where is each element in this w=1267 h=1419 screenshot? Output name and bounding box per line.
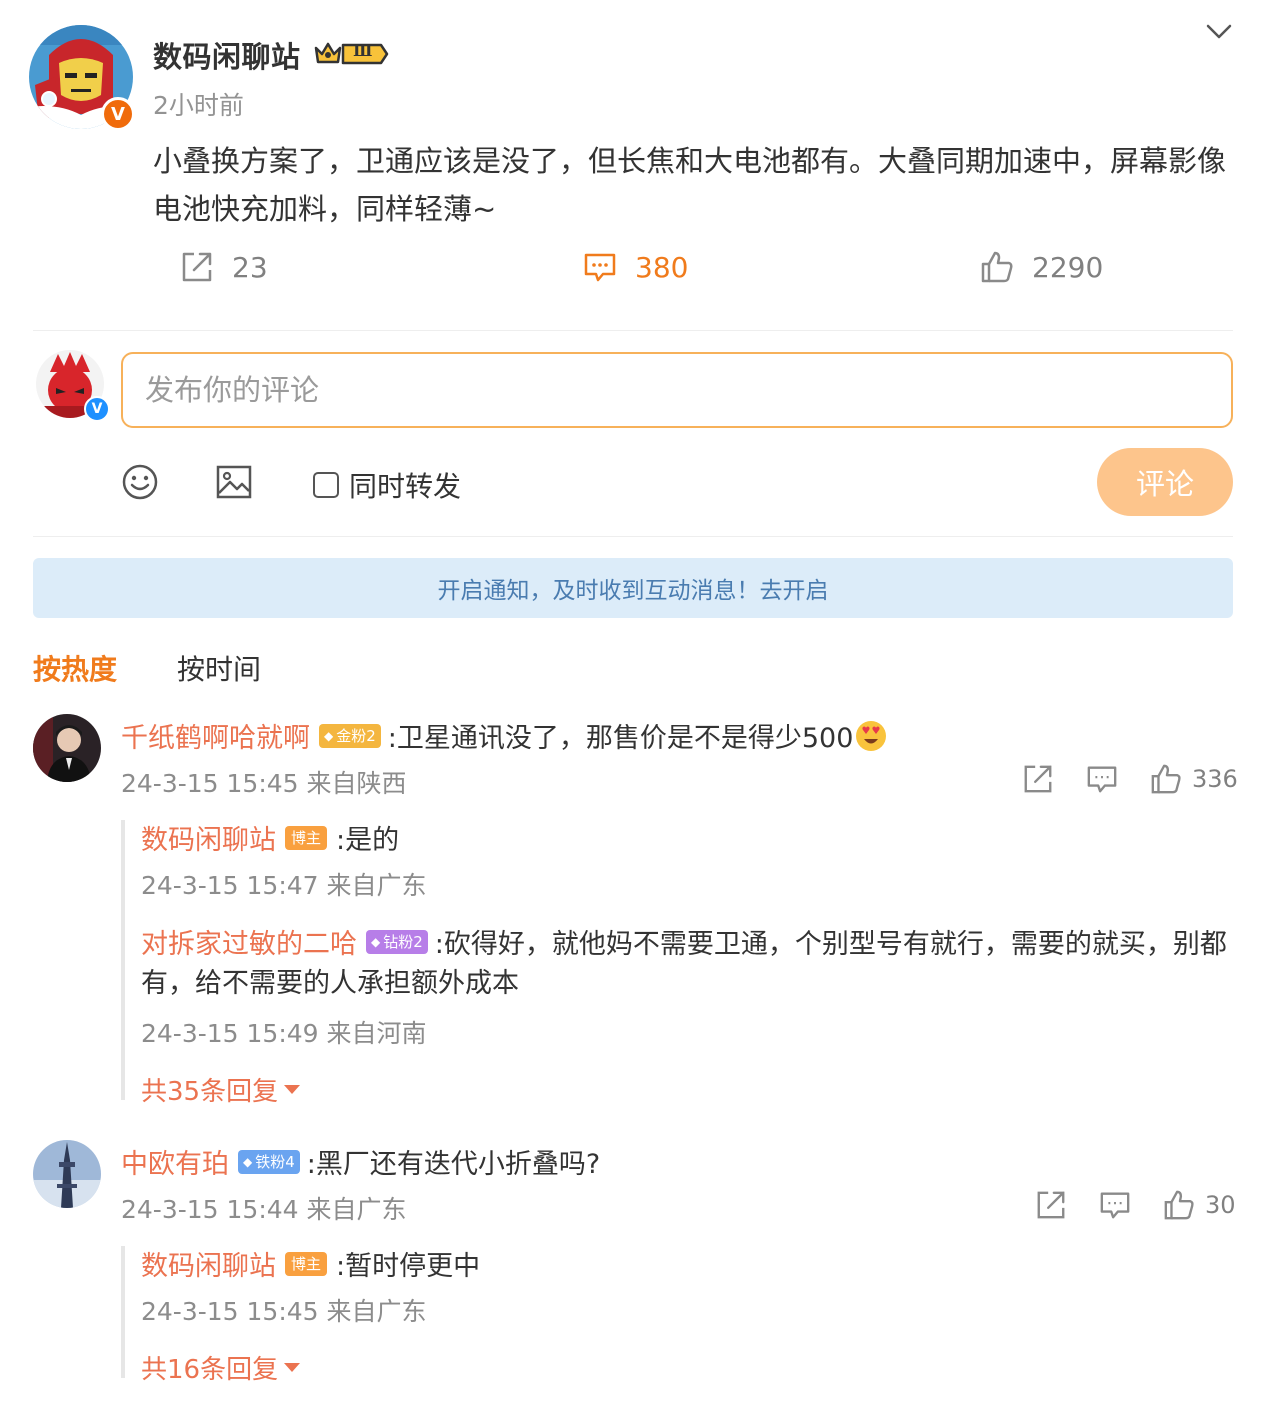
share-icon[interactable] — [1022, 763, 1054, 795]
reply-row: 数码闲聊站 博主 :暂时停更中 — [141, 1244, 480, 1283]
post-time: 2小时前 — [153, 91, 244, 120]
comment-actions: 336 — [1022, 763, 1238, 795]
commenter-avatar[interactable] — [33, 714, 101, 782]
comment-count: 380 — [635, 250, 689, 284]
comment-actions: 30 — [1035, 1189, 1236, 1221]
reply-text: :砍得好，就他妈不需要卫通，个别型号有就行，需要的就买，别都 — [434, 929, 1227, 960]
gem-icon: ◆ — [324, 728, 334, 743]
reply-thread-line — [121, 1246, 125, 1378]
person-avatar-image — [33, 714, 101, 782]
tab-sort-hot[interactable]: 按热度 — [33, 648, 117, 688]
divider — [33, 536, 1233, 537]
share-icon[interactable] — [1035, 1189, 1067, 1221]
fan-badge[interactable]: ◆ 金粉2 — [319, 723, 381, 748]
tab-sort-time[interactable]: 按时间 — [177, 648, 261, 688]
reply-username[interactable]: 数码闲聊站 — [141, 818, 276, 857]
diamond-icon: ◆ — [243, 1154, 253, 1169]
reply-username[interactable]: 数码闲聊站 — [141, 1244, 276, 1283]
comment-icon[interactable] — [1086, 763, 1118, 795]
share-count: 23 — [232, 250, 268, 284]
submit-comment-button[interactable]: 评论 — [1097, 448, 1233, 516]
verified-badge-blue: V — [84, 396, 110, 422]
reply-text: :是的 — [336, 825, 400, 856]
crown-level-badge[interactable]: Ⅲ — [313, 40, 389, 68]
emoji-icon[interactable] — [121, 463, 159, 505]
reply-row: 对拆家过敏的二哈 ◆ 钻粉2 :砍得好，就他妈不需要卫通，个别型号有就行，需要的… — [141, 922, 1227, 961]
comment-like-button[interactable]: 30 — [1163, 1189, 1236, 1221]
crown-icon — [314, 42, 389, 65]
author-avatar[interactable]: V — [29, 25, 135, 131]
comment-icon — [584, 253, 616, 282]
level-text: Ⅲ — [353, 41, 373, 60]
caret-down-icon — [284, 1085, 301, 1094]
thumbs-up-icon — [981, 251, 1013, 283]
reply-text-continued: 有，给不需要的人承担额外成本 — [141, 968, 519, 999]
comment-row: 千纸鹤啊哈就啊 ◆ 金粉2 :卫星通讯没了，那售价是不是得少500 — [121, 716, 887, 755]
repost-button[interactable]: 23 — [180, 250, 268, 284]
thumbs-up-icon — [1151, 764, 1181, 794]
notification-banner[interactable]: 开启通知，及时收到互动消息！去开启 — [33, 558, 1233, 618]
verified-badge: V — [101, 97, 135, 131]
reply-meta: 24-3-15 15:47 来自广东 — [141, 871, 427, 900]
comment-row: 中欧有珀 ◆ 铁粉4 :黑厂还有迭代小折叠吗? — [121, 1142, 600, 1181]
repost-label: 同时转发 — [349, 470, 462, 503]
fan-badge[interactable]: ◆ 铁粉4 — [238, 1149, 300, 1174]
comment-meta: 24-3-15 15:44 来自广东 — [121, 1195, 407, 1224]
comment-username[interactable]: 千纸鹤啊哈就啊 — [121, 716, 310, 755]
more-replies-link[interactable]: 共16条回复 — [141, 1349, 301, 1386]
comment-like-count: 336 — [1192, 765, 1238, 793]
host-badge: 博主 — [285, 1251, 328, 1276]
host-badge: 博主 — [285, 825, 328, 850]
reply-meta: 24-3-15 15:49 来自河南 — [141, 1019, 427, 1048]
repost-checkbox[interactable]: 同时转发 — [313, 465, 461, 505]
commenter-avatar[interactable] — [33, 1140, 101, 1208]
like-button[interactable]: 2290 — [980, 250, 1103, 284]
share-icon — [182, 252, 212, 282]
thumbs-up-icon — [1164, 1190, 1194, 1220]
diamond-icon: ◆ — [371, 934, 381, 949]
image-icon[interactable] — [215, 463, 253, 505]
post-text: 小叠换方案了，卫通应该是没了，但长焦和大电池都有。大叠同期加速中，屏幕影像电池快… — [153, 144, 1227, 226]
comment-button[interactable]: 380 — [583, 250, 688, 284]
comment-text: :卫星通讯没了，那售价是不是得少500 — [387, 723, 854, 754]
my-avatar[interactable]: V — [36, 350, 110, 422]
reply-text: :暂时停更中 — [336, 1251, 481, 1282]
more-replies-link[interactable]: 共35条回复 — [141, 1071, 301, 1108]
chevron-down-icon[interactable] — [1204, 20, 1234, 44]
caret-down-icon — [284, 1363, 301, 1372]
comment-input[interactable] — [121, 352, 1233, 428]
fan-badge[interactable]: ◆ 钻粉2 — [366, 929, 428, 954]
comment-like-count: 30 — [1205, 1191, 1236, 1219]
checkbox-box[interactable] — [313, 472, 339, 498]
reply-meta: 24-3-15 15:45 来自广东 — [141, 1297, 427, 1326]
comment-text: :黑厂还有迭代小折叠吗? — [306, 1149, 601, 1180]
reply-thread-line — [121, 820, 125, 1100]
divider — [33, 330, 1233, 331]
like-count: 2290 — [1032, 250, 1104, 284]
heart-eyes-emoji — [856, 720, 887, 751]
comment-meta: 24-3-15 15:45 来自陕西 — [121, 769, 407, 798]
tower-avatar-image — [33, 1140, 101, 1208]
comment-like-button[interactable]: 336 — [1150, 763, 1238, 795]
author-name[interactable]: 数码闲聊站 — [153, 34, 301, 76]
comment-username[interactable]: 中欧有珀 — [121, 1142, 229, 1181]
reply-username[interactable]: 对拆家过敏的二哈 — [141, 922, 357, 961]
reply-row: 数码闲聊站 博主 :是的 — [141, 818, 399, 857]
comment-icon[interactable] — [1099, 1189, 1131, 1221]
